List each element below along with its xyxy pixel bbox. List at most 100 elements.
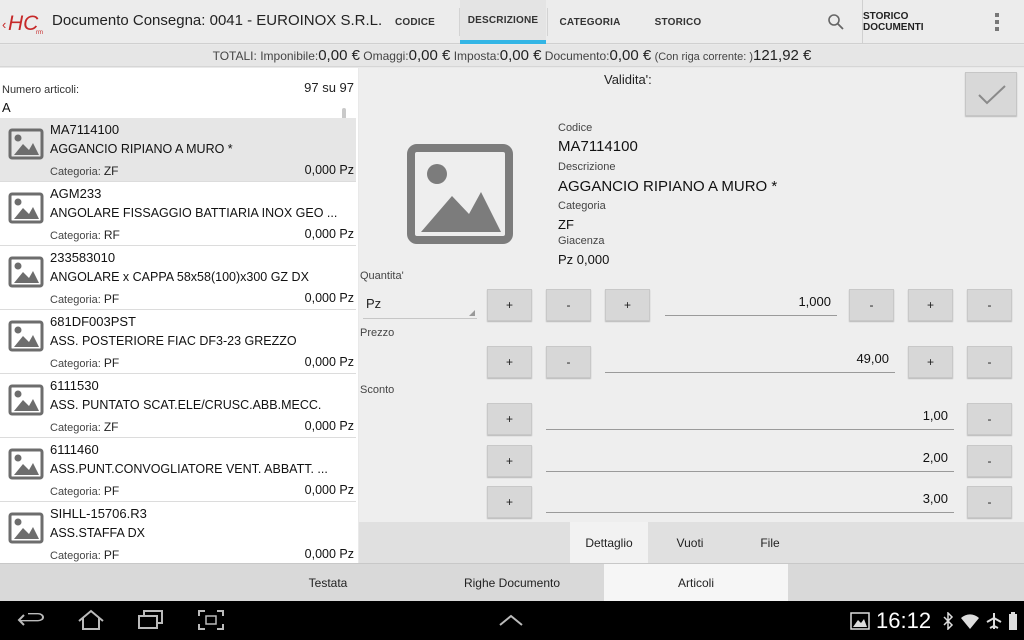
item-quantity: 0,000 Pz <box>304 483 354 497</box>
item-description: ASS.PUNT.CONVOGLIATORE VENT. ABBATT. ... <box>50 462 328 476</box>
svg-text:rm: rm <box>36 30 43 36</box>
tab-descrizione[interactable]: DESCRIZIONE <box>460 0 546 44</box>
tab-articoli[interactable]: Articoli <box>604 564 788 602</box>
item-category-label: Categoria: <box>50 230 101 242</box>
screenshot-icon[interactable] <box>196 609 226 631</box>
subtab-dettaglio[interactable]: Dettaglio <box>570 522 648 563</box>
article-count-value: 97 su 97 <box>304 80 354 95</box>
item-quantity: 0,000 Pz <box>304 547 354 561</box>
image-placeholder-icon <box>8 320 44 352</box>
app-logo-icon[interactable]: ‹ HC rm <box>2 8 50 36</box>
sconto2-plus-button[interactable]: + <box>487 445 532 477</box>
sconto1-input[interactable]: 1,00 <box>546 402 954 430</box>
recent-apps-icon[interactable] <box>136 609 166 631</box>
image-placeholder-icon <box>8 448 44 480</box>
prezzo-plus-button[interactable]: + <box>487 346 532 378</box>
sconto3-plus-button[interactable]: + <box>487 486 532 518</box>
imposta-value: 0,00 € <box>499 47 542 64</box>
giacenza-label: Giacenza <box>558 235 605 247</box>
item-category-label: Categoria: <box>50 358 101 370</box>
image-placeholder-icon <box>8 192 44 224</box>
sconto2-minus-button[interactable]: - <box>967 445 1012 477</box>
quantita-minus-button[interactable]: - <box>546 289 591 321</box>
confirm-button[interactable] <box>965 72 1017 116</box>
article-list-panel: Numero articoli: 97 su 97 A MA7114100 AGG… <box>0 68 358 563</box>
svg-text:‹: ‹ <box>2 17 6 32</box>
giacenza-value: Pz 0,000 <box>558 252 610 267</box>
chevron-up-icon[interactable] <box>498 613 524 627</box>
item-category: Categoria: ZF <box>50 164 119 178</box>
item-category: Categoria: PF <box>50 548 119 562</box>
tab-storico[interactable]: STORICO <box>648 0 708 44</box>
omaggi-value: 0,00 € <box>408 47 451 64</box>
item-category-value: PF <box>103 484 120 498</box>
list-item[interactable]: 6111530 ASS. PUNTATO SCAT.ELE/CRUSC.ABB.M… <box>0 374 356 438</box>
tab-testata[interactable]: Testata <box>236 564 420 602</box>
prezzo-increment-button[interactable]: + <box>908 346 953 378</box>
totals-label: TOTALI: <box>212 49 257 63</box>
categoria-value: ZF <box>558 217 574 232</box>
subtab-vuoti[interactable]: Vuoti <box>651 522 729 563</box>
prezzo-label: Prezzo <box>360 327 395 339</box>
quantita-decrement-large-button[interactable]: - <box>967 289 1012 321</box>
item-code: SIHLL-15706.R3 <box>50 506 147 521</box>
svg-text:HC: HC <box>8 12 39 35</box>
sconto1-plus-button[interactable]: + <box>487 403 532 435</box>
item-code: 6111530 <box>50 378 99 393</box>
list-item[interactable]: 233583010 ANGOLARE x CAPPA 58x58(100)x300… <box>0 246 356 310</box>
totals-bar: TOTALI: Imponibile:0,00 € Omaggi:0,00 € … <box>0 45 1024 67</box>
list-item[interactable]: MA7114100 AGGANCIO RIPIANO A MURO * Catego… <box>0 118 356 182</box>
item-quantity: 0,000 Pz <box>304 227 354 241</box>
quantita-decrement-button[interactable]: - <box>849 289 894 321</box>
quantita-increment-button[interactable]: + <box>908 289 953 321</box>
tab-divider <box>547 8 548 36</box>
overflow-menu-icon[interactable] <box>990 12 1004 32</box>
quantita-plus-small-button[interactable]: + <box>605 289 650 321</box>
prezzo-input[interactable]: 49,00 <box>605 345 895 373</box>
prezzo-minus-button[interactable]: - <box>546 346 591 378</box>
item-category: Categoria: PF <box>50 484 119 498</box>
dropdown-caret-icon <box>469 310 475 316</box>
item-category-label: Categoria: <box>50 486 101 498</box>
tab-categoria[interactable]: CATEGORIA <box>554 0 626 44</box>
item-quantity: 0,000 Pz <box>304 291 354 305</box>
subtab-file[interactable]: File <box>731 522 809 563</box>
checkmark-icon <box>978 85 1006 105</box>
item-category-value: PF <box>103 548 120 562</box>
omaggi-label: Omaggi: <box>363 49 409 63</box>
sconto3-input[interactable]: 3,00 <box>546 485 954 513</box>
bottom-tab-bar: Testata Righe Documento Articoli <box>0 563 1024 602</box>
list-item[interactable]: 6111460 ASS.PUNT.CONVOGLIATORE VENT. ABBA… <box>0 438 356 502</box>
list-item[interactable]: AGM233 ANGOLARE FISSAGGIO BATTIARIA INOX … <box>0 182 356 246</box>
item-code: 681DF003PST <box>50 314 136 329</box>
bluetooth-icon <box>943 612 954 630</box>
filter-input[interactable]: A <box>2 100 11 115</box>
sconto3-minus-button[interactable]: - <box>967 486 1012 518</box>
item-description: ANGOLARE x CAPPA 58x58(100)x300 GZ DX <box>50 270 309 284</box>
imponibile-value: 0,00 € <box>318 47 360 64</box>
back-icon[interactable] <box>16 609 46 631</box>
item-description: ASS. PUNTATO SCAT.ELE/CRUSC.ABB.MECC. <box>50 398 322 412</box>
sconto2-input[interactable]: 2,00 <box>546 444 954 472</box>
item-code: MA7114100 <box>50 122 120 137</box>
item-code: 233583010 <box>50 250 116 265</box>
quantita-plus-button[interactable]: + <box>487 289 532 321</box>
prezzo-decrement-button[interactable]: - <box>967 346 1012 378</box>
item-category-value: PF <box>103 292 120 306</box>
image-placeholder-icon <box>8 512 44 544</box>
categoria-label: Categoria <box>558 200 606 212</box>
item-category-value: ZF <box>103 164 119 178</box>
sconto1-minus-button[interactable]: - <box>967 403 1012 435</box>
item-category: Categoria: ZF <box>50 420 119 434</box>
unit-select[interactable]: Pz <box>363 289 477 319</box>
list-item[interactable]: SIHLL-15706.R3 ASS.STAFFA DX Categoria: PF… <box>0 502 356 563</box>
tab-righe-documento[interactable]: Righe Documento <box>420 564 604 602</box>
search-icon[interactable] <box>826 12 846 32</box>
list-item[interactable]: 681DF003PST ASS. POSTERIORE FIAC DF3-23 G… <box>0 310 356 374</box>
storico-documenti-button[interactable]: STORICO DOCUMENTI <box>862 0 970 44</box>
tab-codice[interactable]: CODICE <box>386 0 444 44</box>
item-code: AGM233 <box>50 186 102 201</box>
quantita-input[interactable]: 1,000 <box>665 288 837 316</box>
system-navigation-bar: 16:12 <box>0 601 1024 640</box>
home-icon[interactable] <box>76 609 106 631</box>
